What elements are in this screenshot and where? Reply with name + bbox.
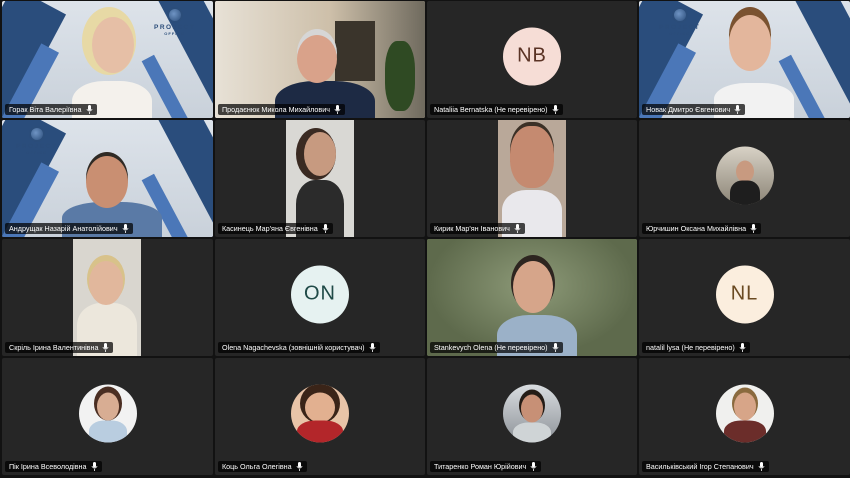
mic-icon xyxy=(552,343,559,352)
participant-video xyxy=(73,239,141,356)
participant-tile[interactable]: NB Nataliia Bernatska (Не перевірено) xyxy=(427,1,637,118)
project-office-logo: PROJECT OFFICE xyxy=(16,126,57,155)
mic-icon xyxy=(530,462,537,471)
mic-icon xyxy=(322,224,329,233)
avatar: ON xyxy=(291,265,349,324)
participant-name-label: Касинець Мар'яна Євгенівна xyxy=(218,223,333,234)
participant-tile[interactable]: Пік Ірина Всеволодівна xyxy=(2,358,213,475)
participant-name-label: Пік Ірина Всеволодівна xyxy=(5,461,102,472)
participant-tile[interactable]: NL natalil lysa (Не перевірено) xyxy=(639,239,850,356)
avatar xyxy=(715,146,774,205)
mic-icon xyxy=(514,224,521,233)
participant-tile[interactable]: Коць Ольга Олегівна xyxy=(215,358,425,475)
participant-tile[interactable]: Продаєнюк Микола Михайлович xyxy=(215,1,425,118)
mic-icon xyxy=(102,343,109,352)
participant-name-label: Горак Віта Валеріївна xyxy=(5,104,97,115)
participant-video xyxy=(286,120,354,237)
participant-name-label: natalil lysa (Не перевірено) xyxy=(642,342,750,353)
participant-name-label: Nataliia Bernatska (Не перевірено) xyxy=(430,104,563,115)
participant-tile[interactable]: Юрчишин Оксана Михайлівна xyxy=(639,120,850,237)
participant-tile[interactable]: Скрiль Ірина Валентинівна xyxy=(2,239,213,356)
participant-tile[interactable]: PROJECT OFFICE Андрущак Назарій Анатолій… xyxy=(2,120,213,237)
avatar xyxy=(291,384,349,443)
participant-tile[interactable]: Касинець Мар'яна Євгенівна xyxy=(215,120,425,237)
participant-name-label: Юрчишин Оксана Михайлівна xyxy=(642,223,762,234)
participant-name-label: Титаренко Роман Юрійович xyxy=(430,461,542,472)
participant-video xyxy=(498,120,566,237)
mic-icon xyxy=(334,105,341,114)
participant-name-label: Кирик Мар'ян Іванович xyxy=(430,223,525,234)
video-grid: PROJECT OFFICE Горак Віта Валеріївна Про… xyxy=(0,0,850,478)
avatar xyxy=(78,384,137,443)
avatar xyxy=(503,384,561,443)
participant-tile[interactable]: Кирик Мар'ян Іванович xyxy=(427,120,637,237)
mic-icon xyxy=(122,224,129,233)
mic-icon xyxy=(552,105,559,114)
mic-icon xyxy=(85,105,93,114)
participant-name-label: Stankevych Olena (Не перевірено) xyxy=(430,342,563,353)
mic-icon xyxy=(758,462,765,471)
project-office-logo: PROJECT OFFICE xyxy=(659,7,700,36)
participant-name-label: Продаєнюк Микола Михайлович xyxy=(218,104,345,115)
participant-tile[interactable]: Титаренко Роман Юрійович xyxy=(427,358,637,475)
mic-icon xyxy=(750,224,757,233)
participant-tile[interactable]: ON Olena Nagachevska (зовнішній користув… xyxy=(215,239,425,356)
project-office-logo: PROJECT OFFICE xyxy=(154,7,195,36)
avatar: NB xyxy=(503,27,561,86)
participant-name-label: Скрiль Ірина Валентинівна xyxy=(5,342,114,353)
participant-name-label: Новак Дмитро Євгенович xyxy=(642,104,746,115)
participant-name-label: Коць Ольга Олегівна xyxy=(218,461,307,472)
participant-name-label: Андрущак Назарій Анатолійович xyxy=(5,223,133,234)
participant-tile[interactable]: Васильківський Ігор Степанович xyxy=(639,358,850,475)
mic-icon xyxy=(91,462,98,471)
mic-icon xyxy=(369,343,376,352)
mic-icon xyxy=(734,105,741,114)
mic-icon xyxy=(739,343,746,352)
participant-tile[interactable]: PROJECT OFFICE Новак Дмитро Євгенович xyxy=(639,1,850,118)
participant-name-label: Васильківський Ігор Степанович xyxy=(642,461,769,472)
participant-name-label: Olena Nagachevska (зовнішній користувач) xyxy=(218,342,380,353)
participant-tile[interactable]: Stankevych Olena (Не перевірено) xyxy=(427,239,637,356)
mic-icon xyxy=(296,462,303,471)
avatar: NL xyxy=(715,265,774,324)
avatar xyxy=(715,384,774,443)
participant-tile[interactable]: PROJECT OFFICE Горак Віта Валеріївна xyxy=(2,1,213,118)
